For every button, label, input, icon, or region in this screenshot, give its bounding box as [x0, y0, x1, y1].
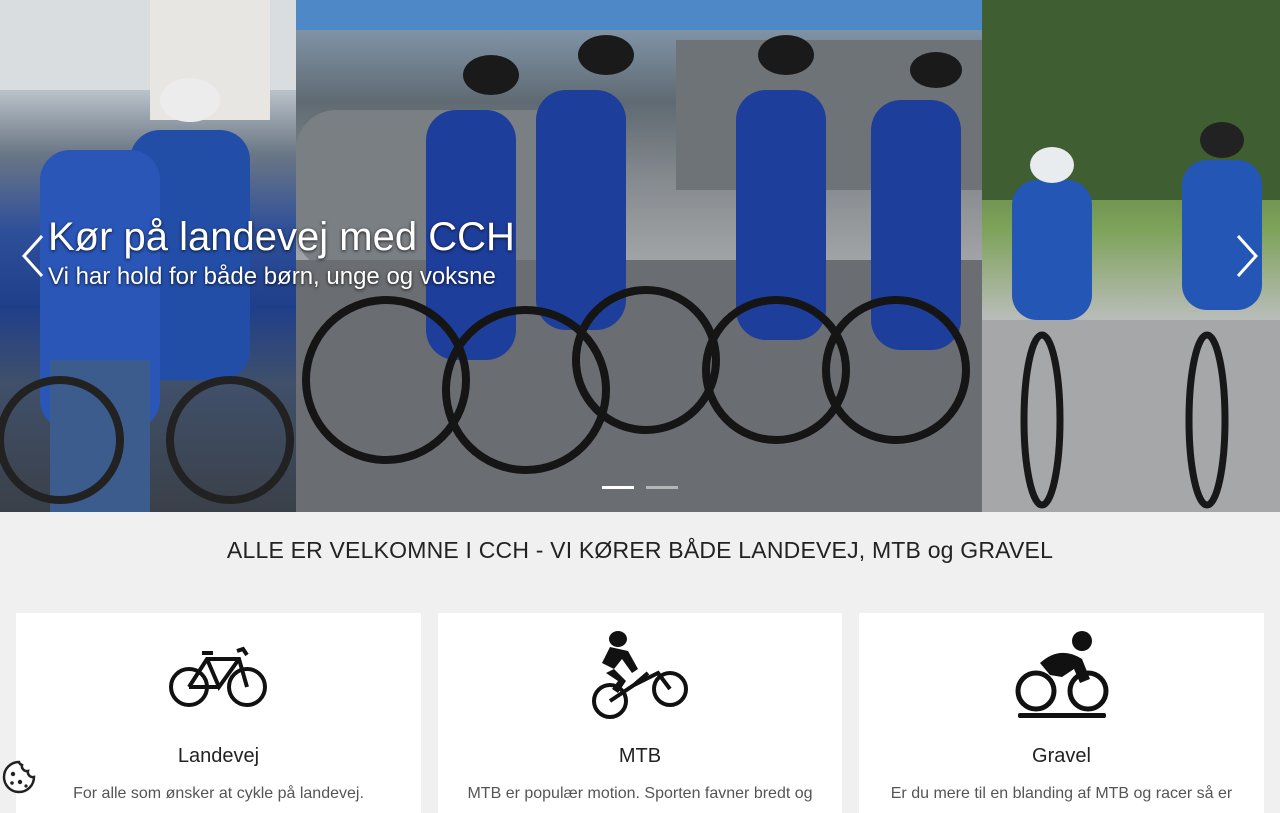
hero-caption: Kør på landevej med CCH Vi har hold for …: [48, 214, 515, 292]
mountain-bike-rider-icon: [592, 631, 688, 719]
cyclist-icon: [1015, 631, 1108, 718]
hero-subtitle: Vi har hold for både børn, unge og voksn…: [48, 263, 496, 290]
carousel-prev-button[interactable]: [18, 232, 48, 280]
chevron-left-icon: [21, 234, 44, 278]
card-title: Landevej: [177, 745, 260, 767]
card-text: Er du mere til en blanding af MTB og rac…: [890, 785, 1233, 802]
card-gravel[interactable]: Gravel Er du mere til en blanding af MTB…: [859, 613, 1264, 813]
card-landevej[interactable]: Landevej For alle som ønsker at cykle på…: [16, 613, 421, 813]
cookie-icon: [2, 760, 36, 794]
road-bike-icon: [168, 646, 267, 707]
hero-title: Kør på landevej med CCH: [48, 215, 515, 259]
carousel-indicators: [602, 486, 678, 489]
hero-carousel: Kør på landevej med CCH Vi har hold for …: [0, 0, 1280, 512]
chevron-right-icon: [1236, 234, 1259, 278]
carousel-indicator-2[interactable]: [646, 486, 678, 489]
card-text: MTB er populær motion. Sporten favner br…: [467, 785, 813, 802]
card-title: MTB: [618, 745, 662, 767]
card-title: Gravel: [1032, 745, 1091, 767]
carousel-next-button[interactable]: [1232, 232, 1262, 280]
cookie-settings-button[interactable]: [0, 758, 38, 796]
section-headline: ALLE ER VELKOMNE I CCH - VI KØRER BÅDE L…: [226, 537, 1054, 563]
carousel-indicator-1[interactable]: [602, 486, 634, 489]
card-mtb[interactable]: MTB MTB er populær motion. Sporten favne…: [438, 613, 842, 813]
card-text: For alle som ønsker at cykle på landevej…: [73, 785, 364, 802]
